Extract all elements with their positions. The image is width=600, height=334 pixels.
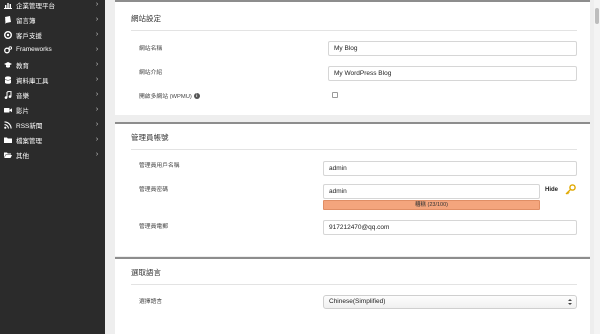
sidebar-item-file-manager[interactable]: 檔案管理 › [0, 132, 105, 147]
multisite-label: 開啟多網站 (WPMU) i [139, 91, 200, 100]
video-camera-icon [4, 106, 12, 114]
language-panel: 選取語言 選擇語言 Chinese(Simplified) [115, 257, 590, 334]
admin-email-label: 管理員電郵 [139, 224, 168, 230]
panel-top-border [115, 122, 590, 124]
cogs-icon [4, 45, 12, 54]
site-settings-panel: 網站設定 網站名稱 網站介紹 開啟多網站 (WPMU)i [115, 0, 590, 115]
multisite-checkbox[interactable] [332, 92, 338, 98]
admin-username-input[interactable] [323, 161, 577, 176]
sidebar-item-label: 資料庫工具 [16, 77, 49, 85]
sidebar-item-others[interactable]: 其他 › [0, 147, 105, 162]
chevron-right-icon: › [95, 106, 99, 113]
admin-email-input[interactable] [323, 220, 577, 235]
database-icon [4, 75, 12, 84]
book-icon [4, 15, 12, 24]
sidebar-item-label: 留言簿 [16, 17, 36, 25]
sidebar-item-label: RSS新聞 [16, 122, 43, 130]
password-strength-bar: 糟糕 (23/100) [323, 200, 540, 210]
language-select-label: 選擇語言 [139, 299, 163, 305]
chevron-right-icon: › [95, 91, 99, 98]
sidebar-item-database-tools[interactable]: 資料庫工具 › [0, 72, 105, 87]
sidebar-item-education[interactable]: 教育 › [0, 57, 105, 72]
info-icon[interactable]: i [193, 93, 200, 100]
scrollbar-thumb[interactable] [595, 8, 599, 24]
panel-title: 網站設定 [131, 14, 161, 23]
key-icon[interactable] [565, 184, 576, 195]
chevron-right-icon: › [95, 1, 99, 8]
music-icon [4, 90, 12, 99]
sidebar-item-guestbook[interactable]: 留言簿 › [0, 12, 105, 27]
site-name-label: 網站名稱 [139, 46, 163, 52]
chevron-right-icon: › [95, 151, 99, 158]
chevron-right-icon: › [95, 121, 99, 128]
divider [131, 30, 577, 31]
chevron-right-icon: › [95, 76, 99, 83]
folder-icon [4, 136, 12, 144]
sidebar-item-label: 影片 [16, 107, 29, 115]
lifebuoy-icon [4, 30, 12, 39]
main-content: 網站設定 網站名稱 網站介紹 開啟多網站 (WPMU)i 管理員帳號 管理員用戶… [105, 0, 600, 334]
chevron-right-icon: › [95, 31, 99, 38]
sidebar-item-label: 檔案管理 [16, 137, 42, 145]
chevron-right-icon: › [95, 136, 99, 143]
hide-password-link[interactable]: Hide [545, 187, 558, 193]
admin-username-label: 管理員用戶名稱 [139, 163, 180, 169]
chevron-right-icon: › [95, 16, 99, 23]
panel-title: 管理員帳號 [131, 133, 169, 142]
sidebar-item-label: 客戶支援 [16, 32, 42, 40]
folder-open-icon [4, 151, 12, 159]
sidebar: 企業管理平台 › 留言簿 › 客戶支援 › Frameworks › 教育 › … [0, 0, 105, 334]
rss-icon [4, 120, 12, 129]
divider [131, 149, 577, 150]
admin-password-input[interactable] [323, 184, 540, 199]
admin-account-panel: 管理員帳號 管理員用戶名稱 管理員密碼 Hide 糟糕 (23/100) 管理員… [115, 122, 590, 256]
sidebar-item-music[interactable]: 音樂 › [0, 87, 105, 102]
sidebar-item-label: 教育 [16, 62, 29, 70]
bar-chart-icon [4, 1, 12, 9]
multisite-label-text: 開啟多網站 (WPMU) [139, 94, 192, 100]
language-select[interactable]: Chinese(Simplified) [323, 295, 577, 309]
sidebar-item-video[interactable]: 影片 › [0, 102, 105, 117]
site-description-label: 網站介紹 [139, 70, 163, 76]
language-selected-value: Chinese(Simplified) [329, 298, 386, 305]
admin-password-label: 管理員密碼 [139, 187, 168, 193]
select-arrows-icon [568, 299, 572, 305]
panel-top-border [115, 257, 590, 259]
sidebar-item-label: 企業管理平台 [16, 2, 55, 10]
sidebar-item-label: 其他 [16, 152, 29, 160]
panel-title: 選取語言 [131, 268, 161, 277]
sidebar-item-support[interactable]: 客戶支援 › [0, 27, 105, 42]
chevron-right-icon: › [95, 46, 99, 53]
sidebar-item-rss-news[interactable]: RSS新聞 › [0, 117, 105, 132]
site-name-input[interactable] [328, 41, 577, 56]
graduation-cap-icon [4, 61, 12, 69]
sidebar-item-label: Frameworks [16, 46, 52, 53]
site-description-input[interactable] [328, 66, 577, 81]
divider [131, 284, 577, 285]
panel-top-border [115, 0, 590, 2]
scrollbar[interactable] [594, 0, 600, 334]
chevron-right-icon: › [95, 61, 99, 68]
sidebar-item-enterprise[interactable]: 企業管理平台 › [0, 0, 105, 12]
sidebar-item-frameworks[interactable]: Frameworks › [0, 42, 105, 57]
sidebar-item-label: 音樂 [16, 92, 29, 100]
